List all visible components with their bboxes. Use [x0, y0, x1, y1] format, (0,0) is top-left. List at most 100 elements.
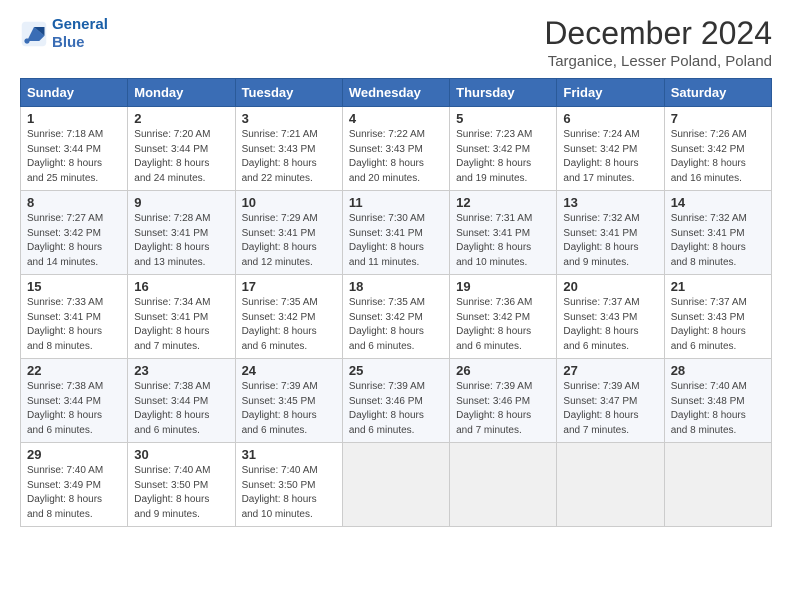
day-number: 12 [456, 195, 550, 210]
calendar-cell: 23 Sunrise: 7:38 AMSunset: 3:44 PMDayligh… [128, 359, 235, 443]
day-info: Sunrise: 7:27 AMSunset: 3:42 PMDaylight:… [27, 213, 103, 268]
day-number: 3 [242, 111, 336, 126]
day-number: 11 [349, 195, 443, 210]
day-number: 2 [134, 111, 228, 126]
logo-text: General Blue [52, 16, 108, 52]
title-block: December 2024 Targanice, Lesser Poland, … [544, 16, 772, 70]
day-number: 15 [27, 279, 121, 294]
week-row-5: 29 Sunrise: 7:40 AMSunset: 3:49 PMDayligh… [21, 443, 772, 527]
day-number: 23 [134, 363, 228, 378]
day-info: Sunrise: 7:37 AMSunset: 3:43 PMDaylight:… [671, 297, 747, 352]
day-info: Sunrise: 7:18 AMSunset: 3:44 PMDaylight:… [27, 129, 103, 184]
day-info: Sunrise: 7:29 AMSunset: 3:41 PMDaylight:… [242, 213, 318, 268]
calendar-cell: 25 Sunrise: 7:39 AMSunset: 3:46 PMDayligh… [342, 359, 449, 443]
day-number: 8 [27, 195, 121, 210]
calendar-cell: 26 Sunrise: 7:39 AMSunset: 3:46 PMDayligh… [450, 359, 557, 443]
calendar-cell: 20Sunrise: 7:37 AMSunset: 3:43 PMDayligh… [557, 275, 664, 359]
day-info: Sunrise: 7:40 AMSunset: 3:50 PMDaylight:… [242, 465, 318, 520]
day-info: Sunrise: 7:28 AMSunset: 3:41 PMDaylight:… [134, 213, 210, 268]
day-number: 9 [134, 195, 228, 210]
day-info: Sunrise: 7:30 AMSunset: 3:41 PMDaylight:… [349, 213, 425, 268]
calendar-cell [450, 443, 557, 527]
day-info: Sunrise: 7:39 AMSunset: 3:45 PMDaylight:… [242, 381, 318, 436]
calendar-cell: 15 Sunrise: 7:33 AMSunset: 3:41 PMDayligh… [21, 275, 128, 359]
subtitle: Targanice, Lesser Poland, Poland [544, 53, 772, 70]
day-number: 4 [349, 111, 443, 126]
day-info: Sunrise: 7:39 AMSunset: 3:46 PMDaylight:… [349, 381, 425, 436]
main-title: December 2024 [544, 16, 772, 51]
day-number: 5 [456, 111, 550, 126]
day-number: 6 [563, 111, 657, 126]
calendar-cell: 19 Sunrise: 7:36 AMSunset: 3:42 PMDayligh… [450, 275, 557, 359]
day-number: 22 [27, 363, 121, 378]
calendar-cell: 10 Sunrise: 7:29 AMSunset: 3:41 PMDayligh… [235, 191, 342, 275]
day-info: Sunrise: 7:36 AMSunset: 3:42 PMDaylight:… [456, 297, 532, 352]
calendar-cell: 6Sunrise: 7:24 AMSunset: 3:42 PMDaylight… [557, 107, 664, 191]
header-day-monday: Monday [128, 79, 235, 107]
header-day-friday: Friday [557, 79, 664, 107]
calendar-cell: 27Sunrise: 7:39 AMSunset: 3:47 PMDayligh… [557, 359, 664, 443]
day-info: Sunrise: 7:38 AMSunset: 3:44 PMDaylight:… [27, 381, 103, 436]
day-info: Sunrise: 7:39 AMSunset: 3:46 PMDaylight:… [456, 381, 532, 436]
calendar-cell [664, 443, 771, 527]
day-info: Sunrise: 7:39 AMSunset: 3:47 PMDaylight:… [563, 381, 639, 436]
day-info: Sunrise: 7:40 AMSunset: 3:50 PMDaylight:… [134, 465, 210, 520]
day-number: 26 [456, 363, 550, 378]
week-row-1: 1 Sunrise: 7:18 AMSunset: 3:44 PMDaylight… [21, 107, 772, 191]
day-info: Sunrise: 7:40 AMSunset: 3:48 PMDaylight:… [671, 381, 747, 436]
calendar-cell: 16 Sunrise: 7:34 AMSunset: 3:41 PMDayligh… [128, 275, 235, 359]
day-info: Sunrise: 7:38 AMSunset: 3:44 PMDaylight:… [134, 381, 210, 436]
logo: General Blue [20, 16, 108, 52]
calendar-cell: 13Sunrise: 7:32 AMSunset: 3:41 PMDayligh… [557, 191, 664, 275]
calendar-cell: 29 Sunrise: 7:40 AMSunset: 3:49 PMDayligh… [21, 443, 128, 527]
calendar-table: SundayMondayTuesdayWednesdayThursdayFrid… [20, 78, 772, 527]
calendar-cell: 4 Sunrise: 7:22 AMSunset: 3:43 PMDaylight… [342, 107, 449, 191]
week-row-4: 22 Sunrise: 7:38 AMSunset: 3:44 PMDayligh… [21, 359, 772, 443]
calendar-cell: 31 Sunrise: 7:40 AMSunset: 3:50 PMDayligh… [235, 443, 342, 527]
day-number: 18 [349, 279, 443, 294]
day-number: 16 [134, 279, 228, 294]
calendar-cell: 7 Sunrise: 7:26 AMSunset: 3:42 PMDaylight… [664, 107, 771, 191]
day-number: 17 [242, 279, 336, 294]
day-number: 14 [671, 195, 765, 210]
header-day-tuesday: Tuesday [235, 79, 342, 107]
day-number: 28 [671, 363, 765, 378]
day-number: 20 [563, 279, 657, 294]
day-number: 7 [671, 111, 765, 126]
calendar-cell: 2Sunrise: 7:20 AMSunset: 3:44 PMDaylight… [128, 107, 235, 191]
day-number: 24 [242, 363, 336, 378]
calendar-cell: 14 Sunrise: 7:32 AMSunset: 3:41 PMDayligh… [664, 191, 771, 275]
day-info: Sunrise: 7:21 AMSunset: 3:43 PMDaylight:… [242, 129, 318, 184]
day-number: 19 [456, 279, 550, 294]
day-number: 1 [27, 111, 121, 126]
day-info: Sunrise: 7:40 AMSunset: 3:49 PMDaylight:… [27, 465, 103, 520]
calendar-cell [557, 443, 664, 527]
day-info: Sunrise: 7:22 AMSunset: 3:43 PMDaylight:… [349, 129, 425, 184]
day-number: 25 [349, 363, 443, 378]
day-info: Sunrise: 7:31 AMSunset: 3:41 PMDaylight:… [456, 213, 532, 268]
header-day-saturday: Saturday [664, 79, 771, 107]
day-info: Sunrise: 7:32 AMSunset: 3:41 PMDaylight:… [671, 213, 747, 268]
calendar-cell: 28 Sunrise: 7:40 AMSunset: 3:48 PMDayligh… [664, 359, 771, 443]
calendar-cell: 3 Sunrise: 7:21 AMSunset: 3:43 PMDaylight… [235, 107, 342, 191]
day-info: Sunrise: 7:23 AMSunset: 3:42 PMDaylight:… [456, 129, 532, 184]
day-number: 29 [27, 447, 121, 462]
day-number: 10 [242, 195, 336, 210]
calendar-cell: 17Sunrise: 7:35 AMSunset: 3:42 PMDayligh… [235, 275, 342, 359]
day-info: Sunrise: 7:34 AMSunset: 3:41 PMDaylight:… [134, 297, 210, 352]
header: General Blue December 2024 Targanice, Le… [20, 16, 772, 70]
calendar-header-row: SundayMondayTuesdayWednesdayThursdayFrid… [21, 79, 772, 107]
day-info: Sunrise: 7:26 AMSunset: 3:42 PMDaylight:… [671, 129, 747, 184]
day-number: 31 [242, 447, 336, 462]
day-number: 30 [134, 447, 228, 462]
calendar-cell: 11 Sunrise: 7:30 AMSunset: 3:41 PMDayligh… [342, 191, 449, 275]
calendar-cell: 1 Sunrise: 7:18 AMSunset: 3:44 PMDaylight… [21, 107, 128, 191]
calendar-cell: 21 Sunrise: 7:37 AMSunset: 3:43 PMDayligh… [664, 275, 771, 359]
calendar-cell: 24 Sunrise: 7:39 AMSunset: 3:45 PMDayligh… [235, 359, 342, 443]
day-number: 21 [671, 279, 765, 294]
calendar-cell: 8 Sunrise: 7:27 AMSunset: 3:42 PMDaylight… [21, 191, 128, 275]
day-info: Sunrise: 7:33 AMSunset: 3:41 PMDaylight:… [27, 297, 103, 352]
calendar-cell: 5 Sunrise: 7:23 AMSunset: 3:42 PMDaylight… [450, 107, 557, 191]
header-day-wednesday: Wednesday [342, 79, 449, 107]
page: General Blue December 2024 Targanice, Le… [0, 0, 792, 537]
